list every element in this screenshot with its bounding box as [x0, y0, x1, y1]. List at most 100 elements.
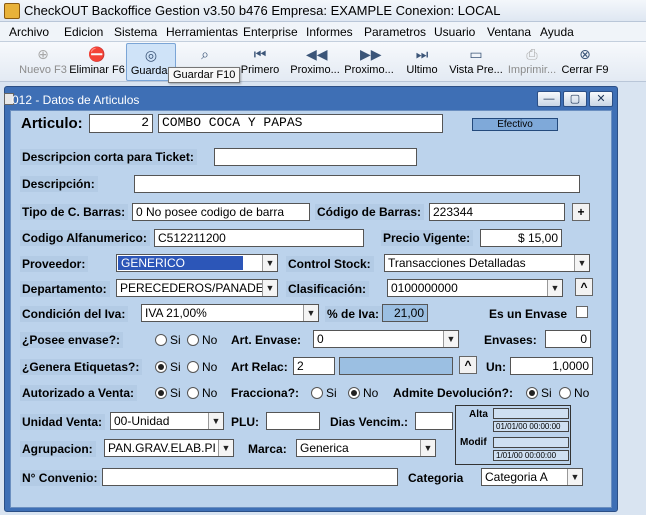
menu-edicion[interactable]: Edicion [64, 25, 103, 39]
genera-etiquetas-si-radio[interactable] [155, 361, 167, 373]
delete-button[interactable]: ⛔ Eliminar F6 [68, 43, 126, 81]
precio-field[interactable]: $ 15,00 [480, 229, 562, 247]
agrupacion-select[interactable]: PAN.GRAV.ELAB.PI ▼ [104, 439, 234, 457]
art-relac-description [339, 357, 453, 375]
desc-corta-field[interactable] [214, 148, 417, 166]
articulo-name-field[interactable]: COMBO COCA Y PAPAS [158, 114, 443, 133]
window-minimize-button[interactable]: — [537, 91, 561, 107]
save-tooltip: Guardar F10 [168, 67, 241, 83]
menu-sistema[interactable]: Sistema [114, 25, 157, 39]
pct-iva-field[interactable]: 21,00 [382, 304, 428, 322]
convenio-field[interactable] [102, 468, 398, 486]
chevron-down-icon[interactable]: ▼ [574, 255, 589, 271]
clasificacion-up-button[interactable]: ^ [575, 278, 593, 296]
articulo-number-field[interactable]: 2 [89, 114, 153, 133]
posee-envase-si-label: Si [170, 333, 181, 347]
chevron-down-icon[interactable]: ▼ [443, 331, 458, 347]
new-button-label: Nuevo F3 [19, 64, 67, 76]
chevron-down-icon[interactable]: ▼ [262, 255, 277, 271]
genera-etiquetas-si-label: Si [170, 360, 181, 374]
window-maximize-button[interactable]: ▢ [563, 91, 587, 107]
menu-enterprise[interactable]: Enterprise [243, 25, 298, 39]
menu-herramientas[interactable]: Herramientas [166, 25, 238, 39]
alfa-field[interactable]: C512211200 [154, 229, 364, 247]
save-button-label: Guardar [130, 65, 172, 77]
menu-ayuda[interactable]: Ayuda [540, 25, 574, 39]
posee-envase-si-radio[interactable] [155, 334, 167, 346]
autorizado-si-radio[interactable] [155, 387, 167, 399]
posee-envase-no-radio[interactable] [187, 334, 199, 346]
alfa-label: Codigo Alfanumerico: [20, 230, 150, 246]
menu-parametros[interactable]: Parametros [364, 25, 426, 39]
clasificacion-select[interactable]: 0100000000 ▼ [387, 279, 563, 297]
dias-vencim-field[interactable] [415, 412, 453, 430]
departamento-label: Departamento: [20, 281, 110, 297]
fracciona-si-radio[interactable] [311, 387, 323, 399]
previous-button[interactable]: ◀◀ Proximo... [288, 43, 342, 81]
chevron-down-icon[interactable]: ▼ [420, 440, 435, 456]
print-button[interactable]: ⎙ Imprimir... [506, 43, 558, 81]
menu-archivo[interactable]: Archivo [9, 25, 49, 39]
chevron-down-icon[interactable]: ▼ [218, 440, 233, 456]
window-close-button[interactable]: ✕ [589, 91, 613, 107]
proveedor-select[interactable]: GENERICO ▼ [116, 254, 278, 272]
menu-ventana[interactable]: Ventana [487, 25, 531, 39]
devolucion-si-radio[interactable] [526, 387, 538, 399]
print-button-label: Imprimir... [507, 64, 557, 76]
categoria-select[interactable]: Categoria A ▼ [481, 468, 583, 486]
plu-label: PLU: [231, 415, 259, 429]
clasificacion-value: 0100000000 [391, 281, 458, 295]
efectivo-button[interactable]: Efectivo [472, 118, 558, 131]
control-stock-select[interactable]: Transacciones Detalladas ▼ [384, 254, 590, 272]
marca-select[interactable]: Generica ▼ [296, 439, 436, 457]
first-icon: ⏮ [253, 46, 267, 62]
iva-value: IVA 21,00% [145, 306, 207, 320]
previous-icon: ◀◀ [306, 46, 328, 62]
window-title: 012 - Datos de Articulos [12, 93, 140, 107]
devolucion-label: Admite Devolución?: [393, 386, 514, 400]
chevron-down-icon[interactable]: ▼ [303, 305, 318, 321]
departamento-select[interactable]: PERECEDEROS/PANADE ▼ [116, 279, 278, 297]
art-relac-up-button[interactable]: ^ [459, 356, 477, 374]
close-button[interactable]: ⊗ Cerrar F9 [560, 43, 610, 81]
fracciona-no-radio[interactable] [348, 387, 360, 399]
add-barcode-button[interactable]: + [572, 203, 590, 221]
art-envase-select[interactable]: 0 ▼ [313, 330, 459, 348]
close-icon: ⊗ [579, 46, 591, 62]
next-button[interactable]: ▶▶ Proximo... [342, 43, 396, 81]
plu-field[interactable] [266, 412, 320, 430]
clasificacion-label: Clasificación: [286, 281, 370, 297]
un-field[interactable]: 1,0000 [510, 357, 593, 375]
es-envase-checkbox[interactable] [576, 306, 588, 318]
tipo-barras-field[interactable]: 0 No posee codigo de barra [132, 203, 310, 221]
menu-informes[interactable]: Informes [306, 25, 353, 39]
delete-button-label: Eliminar F6 [69, 64, 125, 76]
devolucion-no-radio[interactable] [559, 387, 571, 399]
chevron-down-icon[interactable]: ▼ [262, 280, 277, 296]
right-margin [620, 86, 646, 512]
menu-bar: Archivo Edicion Sistema Herramientas Ent… [0, 22, 646, 42]
last-button[interactable]: ⏭ Ultimo [400, 43, 444, 81]
app-icon [4, 3, 20, 19]
codigo-barras-field[interactable]: 223344 [429, 203, 565, 221]
new-button[interactable]: ⊕ Nuevo F3 [18, 43, 68, 81]
autorizado-no-radio[interactable] [187, 387, 199, 399]
descripcion-field[interactable] [134, 175, 580, 193]
first-button[interactable]: ⏮ Primero [236, 43, 284, 81]
chevron-down-icon[interactable]: ▼ [208, 413, 223, 429]
preview-button[interactable]: ▭ Vista Pre... [448, 43, 504, 81]
chevron-down-icon[interactable]: ▼ [547, 280, 562, 296]
chevron-down-icon[interactable]: ▼ [567, 469, 582, 485]
next-button-label: Proximo... [344, 64, 394, 76]
unidad-venta-select[interactable]: 00-Unidad ▼ [110, 412, 224, 430]
categoria-label: Categoria [408, 471, 464, 485]
menu-usuario[interactable]: Usuario [434, 25, 475, 39]
es-envase-label: Es un Envase [489, 307, 568, 321]
envases-field[interactable]: 0 [545, 330, 591, 348]
art-relac-field[interactable]: 2 [293, 357, 335, 375]
genera-etiquetas-no-radio[interactable] [187, 361, 199, 373]
preview-icon: ▭ [469, 46, 483, 62]
proveedor-label: Proveedor: [20, 256, 89, 272]
last-icon: ⏭ [415, 46, 429, 62]
iva-select[interactable]: IVA 21,00% ▼ [141, 304, 319, 322]
